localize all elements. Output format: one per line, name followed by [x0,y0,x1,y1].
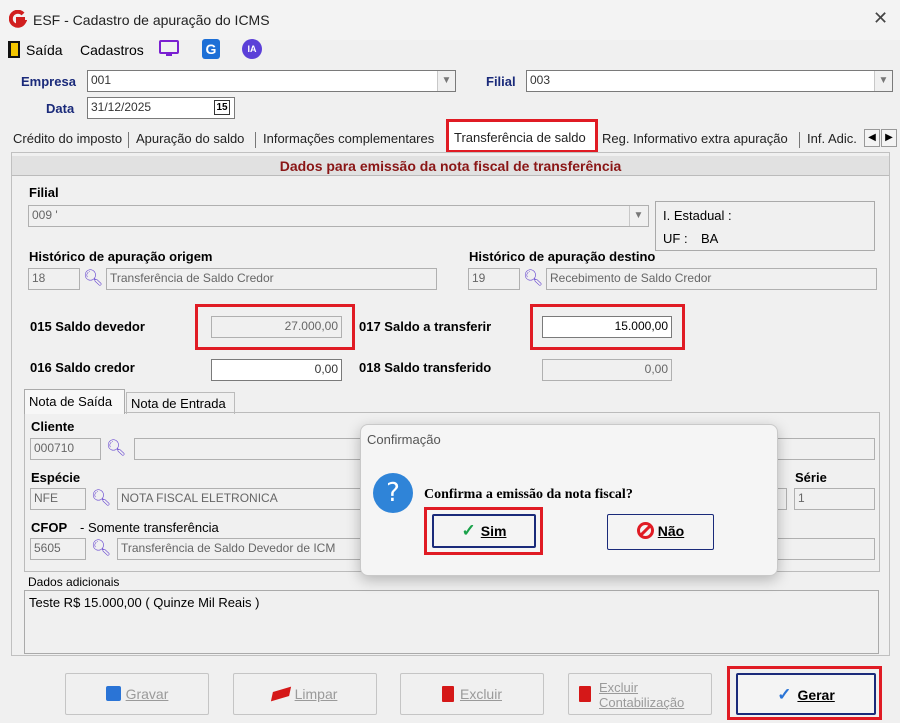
g-icon[interactable]: G [202,39,220,59]
branch-combo[interactable]: 003 [526,70,893,92]
tab-tax-credit[interactable]: Crédito do imposto [8,126,127,152]
menu-registrations[interactable]: Cadastros [80,42,144,58]
hist-dest-code[interactable]: 19 [468,268,520,290]
branch-dropdown-chevron-icon[interactable]: ▼ [874,71,892,91]
credit-label: 016 Saldo credor [30,360,135,375]
uf-value: BA [701,231,719,246]
species-label: Espécie [31,470,81,485]
hist-origin-label: Histórico de apuração origem [29,249,213,264]
company-dropdown-chevron-icon[interactable]: ▼ [437,71,455,91]
question-icon: ? [373,473,413,513]
series-label: Série [795,470,827,485]
branch-label: Filial [486,74,516,89]
hist-dest-search-icon[interactable]: 🔍︎ [523,268,543,288]
window-title: ESF - Cadastro de apuração do ICMS [33,12,270,28]
delete-accounting-label-1: Excluir [599,680,639,695]
transferred-label: 018 Saldo transferido [359,360,492,375]
subtab-outgoing[interactable]: Nota de Saída [24,389,125,414]
no-button[interactable]: Não [607,514,714,550]
generate-label: Gerar [797,687,835,703]
uf-label: UF : [663,231,688,246]
save-label: Gravar [125,686,169,702]
debit-value: 27.000,00 [211,316,342,338]
delete-label: Excluir [459,686,502,702]
cfop-hint: - Somente transferência [80,520,219,535]
tab-balance-calculation[interactable]: Apuração do saldo [131,126,249,152]
tab-balance-transfer[interactable]: Transferência de saldo [446,119,598,153]
hist-origin-search-icon[interactable]: 🔍︎ [83,268,103,288]
yes-button[interactable]: ✓ Sim [432,514,536,548]
dialog-title: Confirmação [367,432,441,447]
date-label: Data [46,101,75,116]
check-icon: ✓ [777,685,792,704]
dialog-message: Confirma a emissão da nota fiscal? [424,487,633,502]
company-value: 001 [91,73,112,87]
subtab-incoming[interactable]: Nota de Entrada [126,392,235,414]
delete-accounting-button[interactable]: Excluir Contabilização [568,673,712,715]
hist-dest-desc: Recebimento de Saldo Credor [546,268,877,290]
panel-branch-label: Filial [29,185,59,200]
hist-origin-desc: Transferência de Saldo Credor [106,268,437,290]
company-combo[interactable]: 001 [87,70,456,92]
panel-branch-combo[interactable]: 009 ' [28,205,649,227]
tab-complementary-info[interactable]: Informações complementares [258,126,439,152]
species-code[interactable]: NFE [30,488,86,510]
cfop-search-icon[interactable]: 🔍︎ [91,538,111,558]
save-button[interactable]: Gravar [65,673,209,715]
yes-label: Sim [480,523,507,539]
close-icon[interactable]: ✕ [873,8,888,29]
state-reg-label: I. Estadual : [663,208,732,223]
clear-button[interactable]: Limpar [233,673,377,715]
cfop-label: CFOP [31,520,68,535]
monitor-icon[interactable] [159,40,179,58]
eraser-icon [270,686,291,702]
series-value[interactable]: 1 [794,488,875,510]
exit-icon[interactable] [8,41,20,58]
trash-icon [441,686,454,702]
additional-data-textarea[interactable]: Teste R$ 15.000,00 ( Quinze Mil Reais ) [24,590,879,654]
calendar-icon[interactable]: 15 [214,100,230,115]
no-label: Não [657,523,685,539]
species-search-icon[interactable]: 🔍︎ [91,488,111,508]
panel-branch-value: 009 ' [32,208,58,222]
hist-origin-code[interactable]: 18 [28,268,80,290]
tab-extra-register[interactable]: Reg. Informativo extra apuração [597,126,793,152]
panel-branch-chevron-icon[interactable]: ▼ [629,206,647,226]
date-input[interactable]: 31/12/2025 [87,97,235,119]
ai-icon[interactable]: IA [242,39,262,59]
company-label: Empresa [21,74,76,89]
no-forbidden-icon [636,522,654,539]
trash-accounting-icon [579,686,591,702]
tab-additional-info[interactable]: Inf. Adic. [802,126,862,152]
delete-accounting-label-2: Contabilização [599,695,685,710]
delete-button[interactable]: Excluir [400,673,544,715]
cfop-code[interactable]: 5605 [30,538,86,560]
generate-button[interactable]: ✓ Gerar [736,673,876,715]
transfer-value-input[interactable]: 15.000,00 [542,316,672,338]
menu-exit[interactable]: Saída [26,42,63,58]
debit-label: 015 Saldo devedor [30,319,145,334]
client-code[interactable]: 000710 [30,438,101,460]
app-logo-icon [8,9,28,28]
transferred-value: 0,00 [542,359,672,381]
additional-data-label: Dados adicionais [28,575,120,589]
client-label: Cliente [31,419,75,434]
hist-dest-label: Histórico de apuração destino [469,249,656,264]
yes-check-icon: ✓ [461,521,476,540]
transfer-label: 017 Saldo a transferir [359,319,492,334]
date-value: 31/12/2025 [91,100,152,114]
tab-scroll-right-icon[interactable]: ▶ [881,129,897,147]
client-search-icon[interactable]: 🔍︎ [106,438,126,458]
save-icon [105,686,121,701]
branch-value: 003 [530,73,551,87]
tab-scroll-left-icon[interactable]: ◀ [864,129,880,147]
credit-value[interactable]: 0,00 [211,359,342,381]
panel-title: Dados para emissão da nota fiscal de tra… [12,156,889,176]
clear-label: Limpar [294,686,338,702]
additional-data-value: Teste R$ 15.000,00 ( Quinze Mil Reais ) [29,595,260,610]
